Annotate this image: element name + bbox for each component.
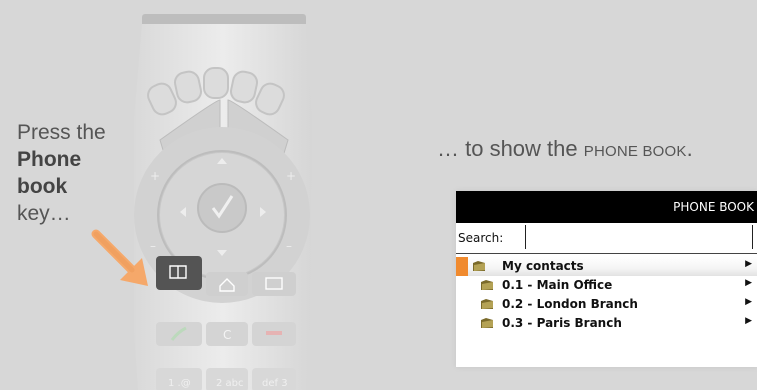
chevron-right-icon: ▶ xyxy=(745,297,752,307)
contact-list: My contacts ▶ 0.1 - Main Office ▶ 0.2 - … xyxy=(456,254,757,333)
caption-suffix: . xyxy=(686,136,693,161)
svg-text:+: + xyxy=(150,169,160,183)
folder-icon xyxy=(481,299,493,309)
home-key[interactable] xyxy=(206,272,248,296)
list-item-paris-branch[interactable]: 0.3 - Paris Branch ▶ xyxy=(456,314,757,333)
svg-text:def 3: def 3 xyxy=(262,378,288,389)
phone-book-header: PHONE BOOK xyxy=(456,191,757,223)
svg-text:2 abc: 2 abc xyxy=(216,378,244,389)
layout-key[interactable] xyxy=(252,272,296,296)
list-item-my-contacts[interactable]: My contacts ▶ xyxy=(456,257,757,276)
selection-marker xyxy=(456,257,468,276)
instruction-line-4: key… xyxy=(17,202,71,225)
svg-text:–: – xyxy=(286,239,292,253)
chevron-right-icon: ▶ xyxy=(745,278,752,288)
list-item-label: 0.2 - London Branch xyxy=(502,297,638,311)
folder-icon xyxy=(481,318,493,328)
instruction-text: Press the Phone book key… xyxy=(17,119,137,227)
clear-key-label: C xyxy=(223,328,231,342)
phone-book-key[interactable] xyxy=(156,256,202,290)
caption-small-caps: PHONE BOOK xyxy=(583,143,687,160)
search-label: Search: xyxy=(458,231,504,245)
folder-icon xyxy=(473,261,485,271)
remote-control: + – + – C 1 .@ 2 abc def 3 xyxy=(120,0,325,390)
list-item-main-office[interactable]: 0.1 - Main Office ▶ xyxy=(456,276,757,295)
svg-text:1 .@: 1 .@ xyxy=(168,378,191,389)
phone-book-title: PHONE BOOK xyxy=(673,200,754,214)
list-item-label: 0.3 - Paris Branch xyxy=(502,316,622,330)
caption: … to show the PHONE BOOK. xyxy=(437,136,693,162)
caption-prefix: … to show the xyxy=(437,136,584,161)
list-item-london-branch[interactable]: 0.2 - London Branch ▶ xyxy=(456,295,757,314)
instruction-bold-1: Phone xyxy=(17,148,82,171)
list-item-label: My contacts xyxy=(502,259,584,273)
instruction-line-1: Press the xyxy=(17,121,106,144)
search-row: Search: xyxy=(456,223,757,254)
list-item-label: 0.1 - Main Office xyxy=(502,278,613,292)
folder-icon xyxy=(481,280,493,290)
svg-text:+: + xyxy=(286,169,296,183)
chevron-right-icon: ▶ xyxy=(745,316,752,326)
phone-book-panel: PHONE BOOK Search: My contacts ▶ 0.1 - M… xyxy=(456,191,757,367)
chevron-right-icon: ▶ xyxy=(745,259,752,269)
instruction-bold-2: book xyxy=(17,175,68,198)
search-input[interactable] xyxy=(525,225,753,249)
pointer-arrow-icon xyxy=(91,229,148,286)
